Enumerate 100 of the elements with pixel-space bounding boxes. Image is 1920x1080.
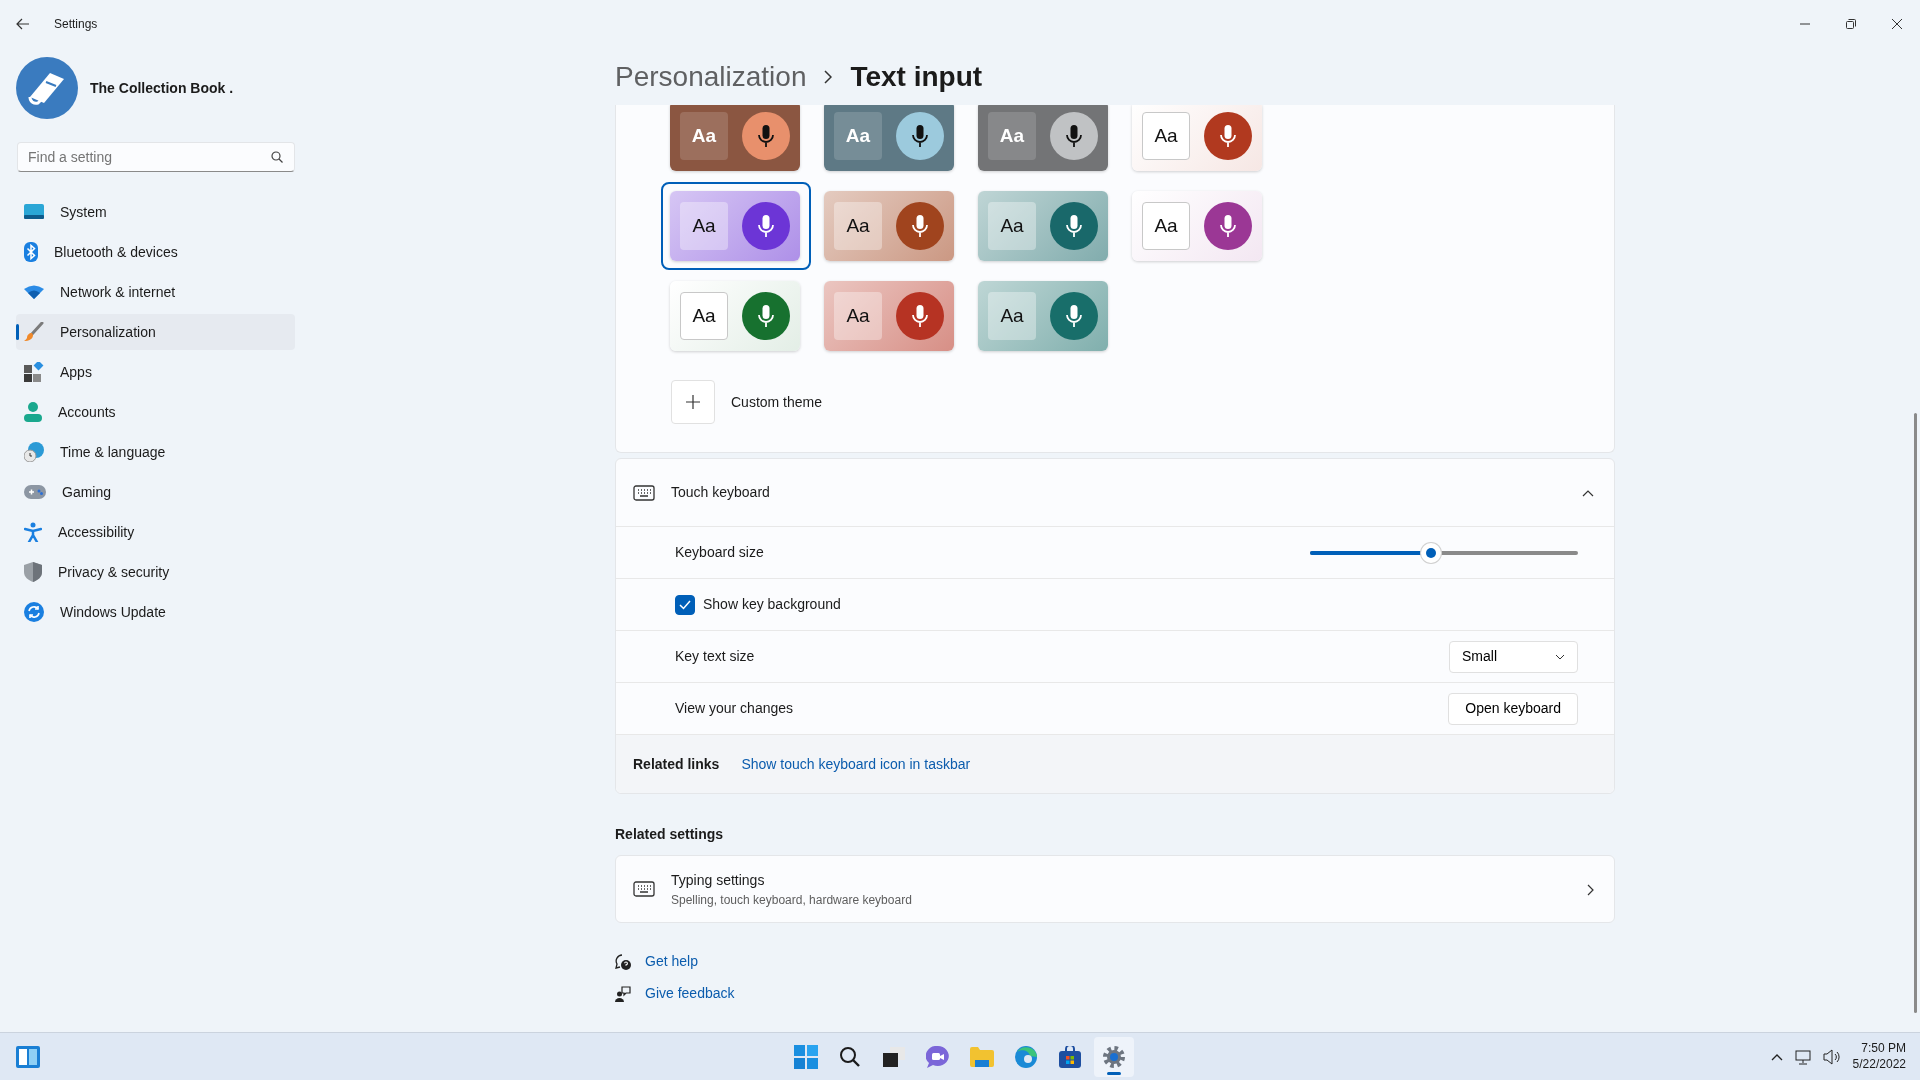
custom-theme-label: Custom theme <box>731 392 823 412</box>
text-sample: Aa <box>834 292 882 340</box>
search-icon <box>271 151 283 163</box>
add-button[interactable] <box>671 380 715 424</box>
microphone-icon <box>896 112 944 160</box>
setting-label: View your changes <box>675 699 794 718</box>
microphone-icon <box>742 292 790 340</box>
wifi-icon <box>24 285 44 299</box>
nav-item[interactable]: Gaming <box>16 474 295 510</box>
microphone-icon <box>1050 202 1098 250</box>
nav-item[interactable]: System <box>16 194 295 230</box>
text-sample: Aa <box>680 112 728 160</box>
item-title: Typing settings <box>671 870 766 890</box>
plus-icon <box>686 395 700 409</box>
help-link[interactable]: Give feedback <box>645 983 735 1004</box>
microphone-icon <box>1050 112 1098 160</box>
help-icon <box>615 953 631 970</box>
section-title: Touch keyboard <box>671 483 770 502</box>
text-sample: Aa <box>988 202 1036 250</box>
caret-icon <box>1555 653 1565 660</box>
nav-item[interactable]: Accessibility <box>16 514 295 550</box>
chat-icon <box>926 1045 950 1068</box>
microphone-icon <box>742 112 790 160</box>
text-sample: Aa <box>680 202 728 250</box>
shield-icon <box>24 562 42 582</box>
clock[interactable]: 7:50 PM 5/22/2022 <box>1852 1040 1906 1073</box>
person-icon <box>24 402 42 422</box>
nav-item[interactable]: Network & internet <box>16 274 295 310</box>
related-links-label: Related links <box>633 754 720 774</box>
chevron-up-icon[interactable] <box>1770 1052 1783 1061</box>
item-subtitle: Spelling, touch keyboard, hardware keyboard <box>671 891 912 909</box>
window-title: Settings <box>54 16 98 33</box>
nav-item[interactable]: Windows Update <box>16 594 295 630</box>
nav-item[interactable]: Personalization <box>16 314 295 350</box>
restore-icon <box>1846 19 1856 29</box>
section-header[interactable]: Touch keyboard <box>616 459 1614 527</box>
nav-item[interactable]: Privacy & security <box>16 554 295 590</box>
slider-thumb[interactable] <box>1420 542 1441 563</box>
section-heading: Related settings <box>615 825 725 844</box>
microphone-icon <box>896 292 944 340</box>
speaker-icon[interactable] <box>1822 1048 1841 1065</box>
size-dropdown[interactable]: Small <box>1449 640 1578 673</box>
open-keyboard-button[interactable]: Open keyboard <box>1448 692 1578 725</box>
gamepad-icon <box>24 485 46 499</box>
microphone-icon <box>1204 112 1252 160</box>
network-monitor-icon[interactable] <box>1794 1048 1811 1065</box>
feedback-icon <box>615 985 631 1002</box>
nav-item[interactable]: Bluetooth & devices <box>16 234 295 270</box>
task-view-icon <box>883 1046 905 1067</box>
search-field[interactable]: Find a setting <box>17 142 295 172</box>
keyboard-icon <box>633 881 655 897</box>
setting-label: Keyboard size <box>675 543 764 562</box>
chevron-up-icon[interactable] <box>1582 489 1594 497</box>
back-icon[interactable] <box>16 18 30 30</box>
text-sample: Aa <box>834 202 882 250</box>
monitor-icon <box>24 204 44 220</box>
sync-icon <box>24 602 44 622</box>
breadcrumb-link[interactable]: Personalization <box>615 55 807 98</box>
help-link[interactable]: Get help <box>645 951 698 972</box>
settings-link-card[interactable]: Typing settings Spelling, touch keyboard, hardware keyboard <box>615 855 1615 923</box>
related-link[interactable]: Show touch keyboard icon in taskbar <box>741 753 971 775</box>
microphone-icon <box>896 202 944 250</box>
nav-item[interactable]: Apps <box>16 354 295 390</box>
text-sample: Aa <box>988 112 1036 160</box>
apps-icon <box>24 362 44 382</box>
swirl-icon <box>1015 1045 1037 1068</box>
text-sample: Aa <box>1142 112 1190 160</box>
chevron-right-icon <box>824 69 833 84</box>
nav-item[interactable]: Time & language <box>16 434 295 470</box>
accessibility-icon <box>24 522 42 542</box>
microphone-icon <box>742 202 790 250</box>
checkbox-label: Show key background <box>703 595 841 614</box>
profile-name: The Collection Book . <box>90 78 234 98</box>
bluetooth-icon <box>24 242 38 262</box>
text-sample: Aa <box>1142 202 1190 250</box>
scrollbar[interactable] <box>1914 413 1917 1013</box>
microphone-icon <box>1050 292 1098 340</box>
text-sample: Aa <box>988 292 1036 340</box>
folder-icon <box>970 1046 994 1067</box>
check-icon <box>679 599 691 610</box>
paintbrush-icon <box>24 322 44 342</box>
theme-tile[interactable]: Aa <box>661 182 811 270</box>
start-icon <box>794 1044 818 1069</box>
checkbox[interactable] <box>675 594 695 615</box>
globe-clock-icon <box>24 442 44 462</box>
search-icon <box>839 1045 861 1068</box>
page-title: Text input <box>850 59 983 94</box>
nav-item[interactable]: Accounts <box>16 394 295 430</box>
widgets-icon[interactable] <box>16 1045 40 1068</box>
gear-icon <box>1102 1044 1126 1069</box>
book-avatar-icon <box>16 57 78 119</box>
minimize-icon <box>1800 23 1810 25</box>
chevron-right-icon <box>1587 883 1594 896</box>
microphone-icon <box>1204 202 1252 250</box>
setting-label: Key text size <box>675 647 755 666</box>
text-sample: Aa <box>834 112 882 160</box>
keyboard-icon <box>633 484 655 501</box>
text-sample: Aa <box>680 292 728 340</box>
shopping-bag-icon <box>1059 1045 1081 1068</box>
close-icon <box>1892 19 1902 29</box>
